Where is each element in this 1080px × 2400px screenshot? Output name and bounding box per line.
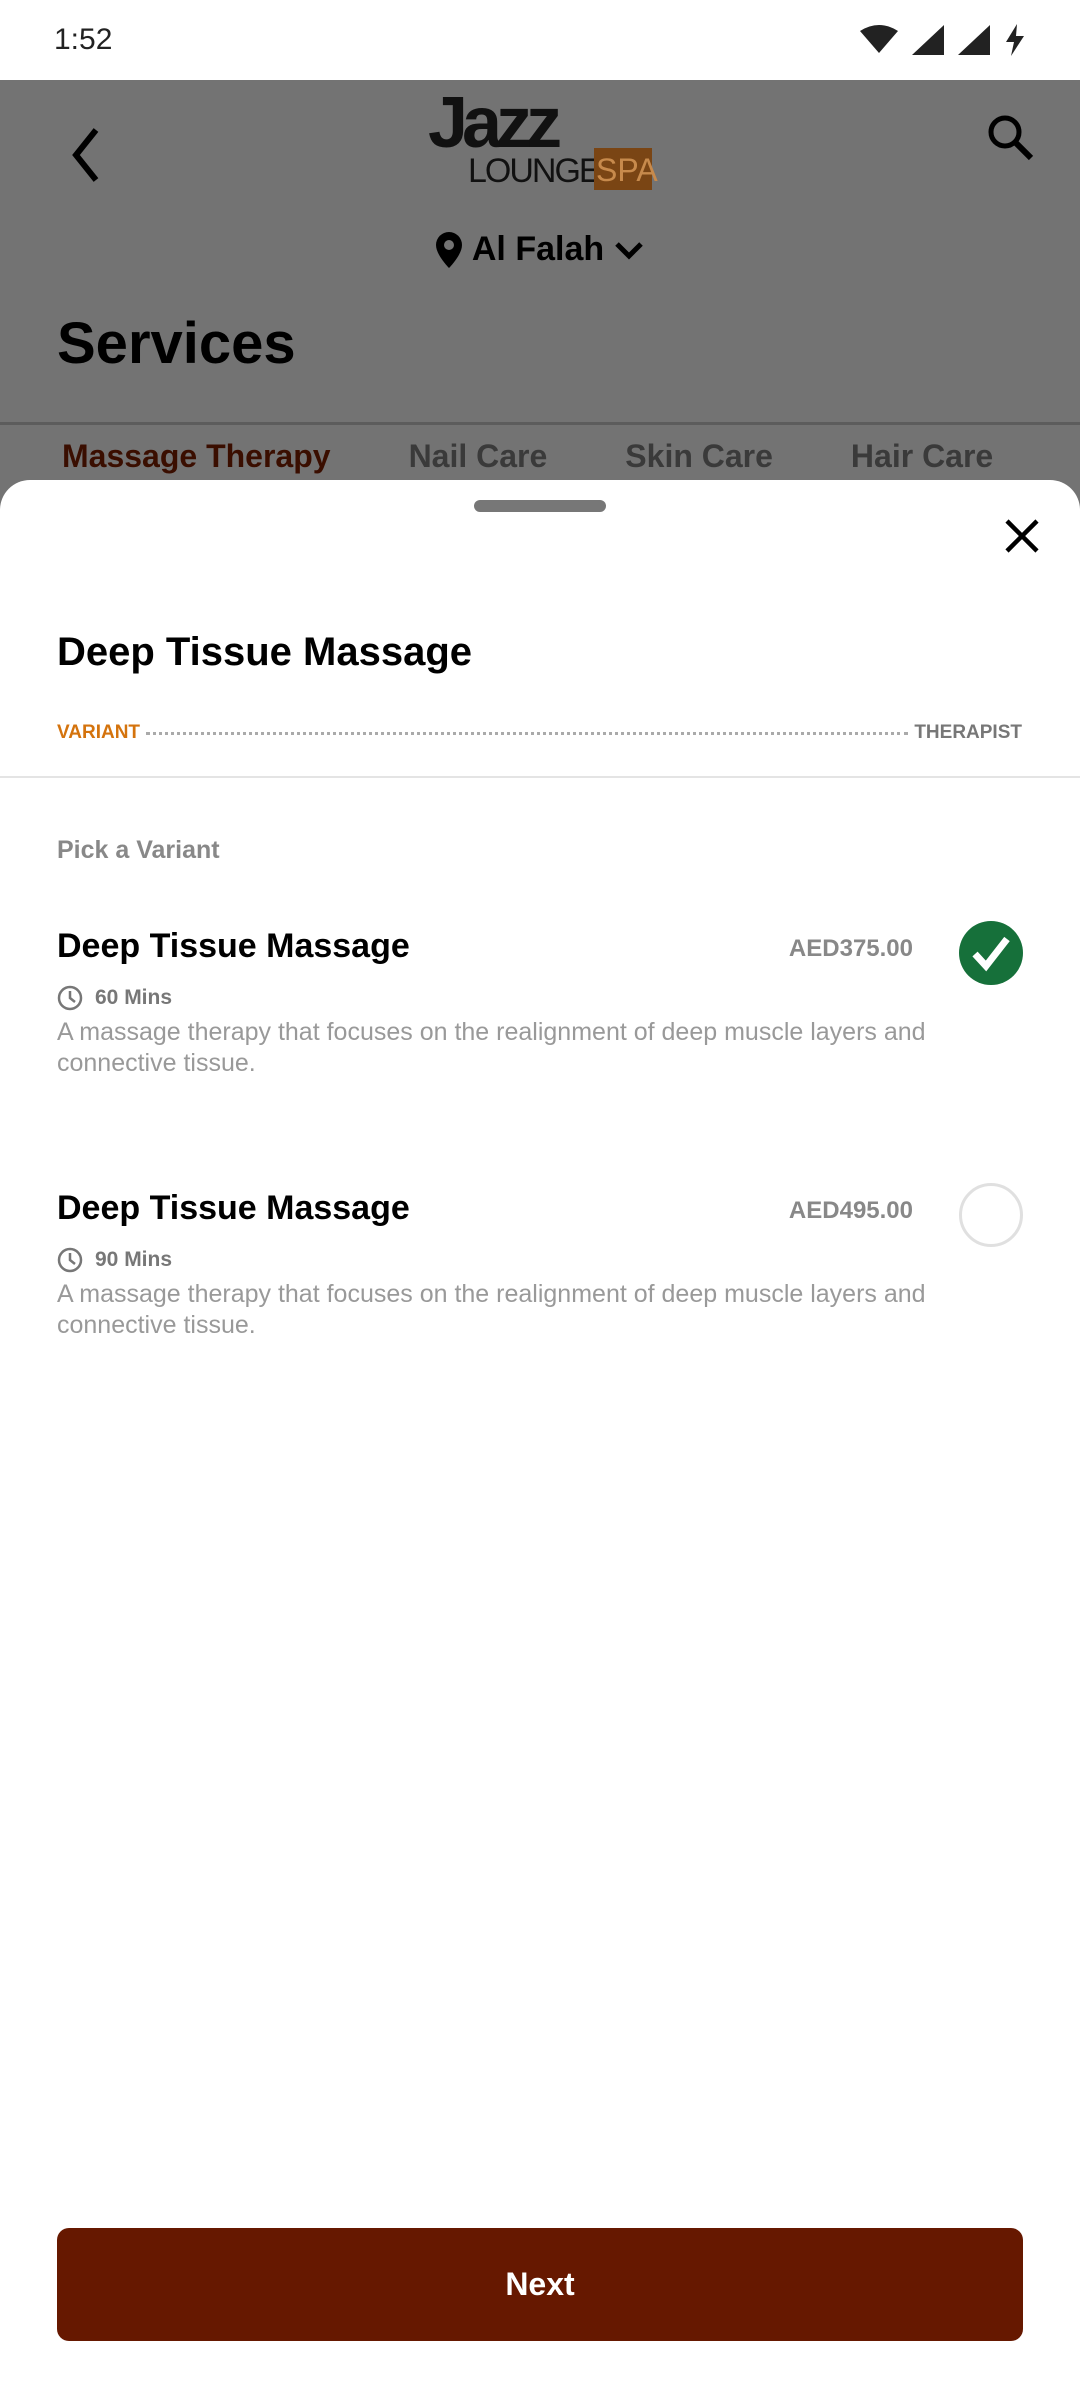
category-tabs: Massage Therapy Nail Care Skin Care Hair… bbox=[62, 438, 993, 475]
divider bbox=[0, 776, 1080, 778]
wifi-icon bbox=[860, 25, 898, 53]
close-icon[interactable] bbox=[1002, 516, 1042, 556]
page-title: Services bbox=[57, 311, 296, 376]
status-bar: 1:52 bbox=[0, 0, 1080, 80]
variant-duration: 60 Mins bbox=[57, 985, 172, 1011]
variant-option[interactable]: Deep Tissue Massage AED495.00 90 Mins A … bbox=[57, 1183, 1023, 1339]
variant-name: Deep Tissue Massage bbox=[57, 927, 410, 965]
search-icon[interactable] bbox=[985, 112, 1035, 162]
variant-bottom-sheet: Deep Tissue Massage VARIANT THERAPIST Pi… bbox=[0, 480, 1080, 2400]
step-connector bbox=[146, 731, 909, 735]
step-therapist: THERAPIST bbox=[914, 722, 1022, 743]
signal-icon bbox=[958, 25, 990, 55]
status-time: 1:52 bbox=[54, 23, 113, 56]
tab-hair-care[interactable]: Hair Care bbox=[851, 438, 993, 475]
logo-text: SPA bbox=[594, 148, 658, 190]
tab-nail-care[interactable]: Nail Care bbox=[409, 438, 548, 475]
logo: Jazz LOUNGE SPA bbox=[428, 83, 658, 190]
duration-text: 90 Mins bbox=[95, 1248, 173, 1271]
next-button[interactable]: Next bbox=[57, 2228, 1023, 2341]
battery-charging-icon bbox=[1006, 24, 1024, 56]
step-indicator: VARIANT THERAPIST bbox=[57, 722, 1022, 744]
signal-icon bbox=[912, 25, 944, 55]
step-variant: VARIANT bbox=[57, 722, 141, 743]
chevron-down-icon bbox=[615, 241, 643, 260]
variant-description: A massage therapy that focuses on the re… bbox=[57, 1018, 926, 1077]
clock-icon bbox=[57, 985, 83, 1011]
section-label: Pick a Variant bbox=[57, 836, 220, 864]
variant-name: Deep Tissue Massage bbox=[57, 1189, 410, 1227]
tab-massage-therapy[interactable]: Massage Therapy bbox=[62, 438, 331, 475]
variant-description: A massage therapy that focuses on the re… bbox=[57, 1280, 926, 1339]
location-name: Al Falah bbox=[471, 230, 605, 268]
check-icon bbox=[972, 936, 1010, 972]
logo-text: LOUNGE bbox=[468, 152, 602, 190]
radio-unselected[interactable] bbox=[959, 1183, 1023, 1247]
header: Jazz LOUNGE SPA Al Falah Services bbox=[0, 80, 1080, 425]
clock-icon bbox=[57, 1247, 83, 1273]
variant-price: AED375.00 bbox=[788, 935, 913, 962]
sheet-title: Deep Tissue Massage bbox=[57, 630, 473, 674]
variant-option[interactable]: Deep Tissue Massage AED375.00 60 Mins A … bbox=[57, 921, 1023, 1077]
variant-duration: 90 Mins bbox=[57, 1247, 172, 1273]
duration-text: 60 Mins bbox=[95, 986, 173, 1009]
variant-price: AED495.00 bbox=[788, 1197, 913, 1224]
location-pin-icon bbox=[435, 231, 462, 268]
radio-selected[interactable] bbox=[959, 921, 1023, 985]
drag-handle[interactable] bbox=[474, 500, 606, 512]
tab-skin-care[interactable]: Skin Care bbox=[625, 438, 773, 475]
back-arrow-icon[interactable] bbox=[62, 120, 112, 190]
location-selector[interactable]: Al Falah bbox=[0, 230, 1080, 269]
